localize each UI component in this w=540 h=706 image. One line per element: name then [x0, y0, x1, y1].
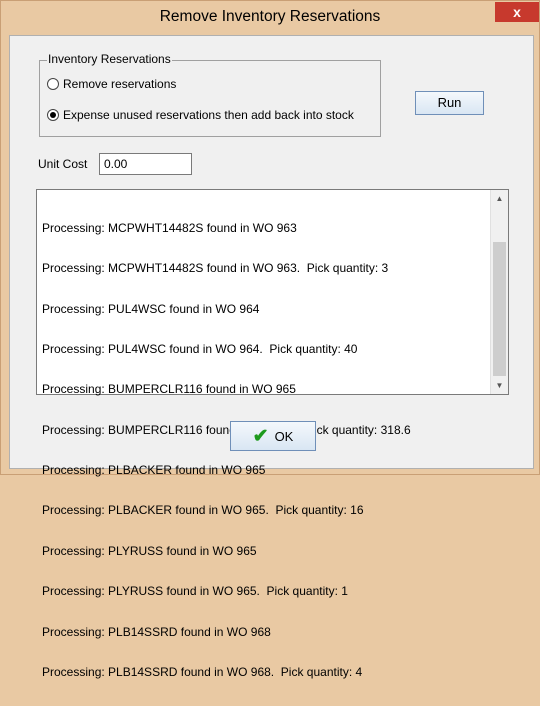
- log-line: Processing: PLB14SSRD found in WO 968: [42, 624, 271, 639]
- dialog-client-area: Inventory Reservations Remove reservatio…: [9, 35, 534, 679]
- title-bar[interactable]: Remove Inventory Reservations x: [1, 1, 539, 35]
- processing-log[interactable]: Processing: MCPWHT14482S found in WO 963…: [36, 189, 509, 679]
- window-title: Remove Inventory Reservations: [159, 8, 381, 25]
- inventory-reservations-group: Inventory Reservations Remove reservatio…: [39, 52, 381, 137]
- dialog-window: Remove Inventory Reservations x Inventor…: [0, 0, 540, 679]
- log-line: Processing: PLYRUSS found in WO 965. Pic…: [42, 584, 348, 599]
- checkmark-icon: ✔: [252, 425, 269, 447]
- radio-label: Remove reservations: [63, 77, 177, 91]
- log-line: Processing: MCPWHT14482S found in WO 963: [42, 220, 297, 235]
- log-line: Processing: PLBACKER found in WO 965. Pi…: [42, 503, 364, 518]
- log-line: Processing: PUL4WSC found in WO 964: [42, 301, 260, 316]
- radio-expense-unused[interactable]: Expense unused reservations then add bac…: [47, 107, 354, 123]
- log-line: Processing: PLBACKER found in WO 965: [42, 463, 266, 478]
- radio-circle[interactable]: [47, 109, 59, 121]
- close-button[interactable]: x: [495, 2, 539, 22]
- unit-cost-field[interactable]: 0.00: [99, 153, 192, 175]
- ok-button[interactable]: ✔ OK: [230, 421, 316, 451]
- scroll-up-icon[interactable]: ▲: [491, 190, 508, 207]
- log-line: Processing: PLYRUSS found in WO 965: [42, 543, 257, 558]
- ok-label: OK: [274, 428, 294, 444]
- scroll-down-icon[interactable]: ▼: [491, 377, 508, 394]
- log-line: Processing: PLB14SSRD found in WO 968. P…: [42, 664, 363, 679]
- close-icon: x: [513, 4, 521, 20]
- group-title: Inventory Reservations: [47, 52, 172, 66]
- radio-circle[interactable]: [47, 78, 59, 90]
- radio-label: Expense unused reservations then add bac…: [63, 108, 354, 122]
- scroll-thumb[interactable]: [493, 242, 506, 376]
- log-line: Processing: BUMPERCLR116 found in WO 965: [42, 382, 296, 397]
- log-line: Processing: MCPWHT14482S found in WO 963…: [42, 261, 389, 276]
- log-line: Processing: PUL4WSC found in WO 964. Pic…: [42, 341, 358, 356]
- vertical-scrollbar[interactable]: ▲ ▼: [490, 190, 508, 394]
- run-button[interactable]: Run: [415, 91, 484, 115]
- radio-remove-reservations[interactable]: Remove reservations: [47, 76, 176, 92]
- unit-cost-label: Unit Cost: [38, 157, 88, 171]
